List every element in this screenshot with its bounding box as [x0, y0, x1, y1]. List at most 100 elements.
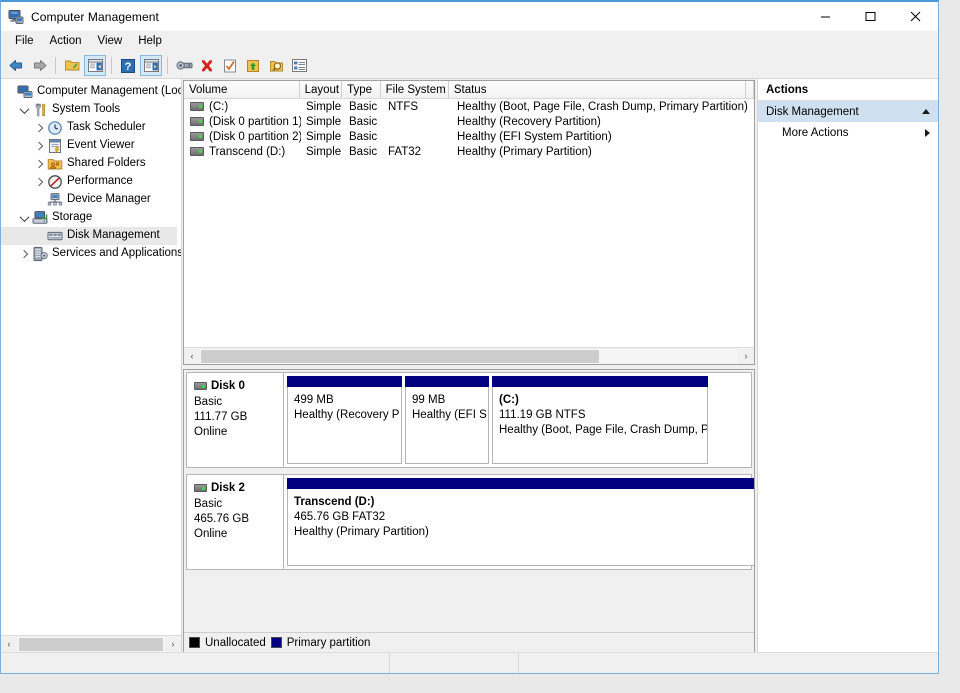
chevron-right-icon[interactable]: [31, 155, 47, 173]
toolbar: ?: [1, 53, 938, 79]
status-pane-1: [1, 653, 390, 673]
minimize-button[interactable]: [803, 2, 848, 31]
partition-block[interactable]: Transcend (D:) 465.76 GB FAT32 Healthy (Pr…: [287, 478, 754, 566]
show-hide-console-tree-button[interactable]: [84, 55, 106, 76]
partition-block[interactable]: 99 MB Healthy (EFI S: [405, 376, 489, 464]
tree-scroll-right-arrow[interactable]: ›: [165, 637, 181, 652]
volume-label: (C:): [209, 100, 229, 113]
actions-empty-area: [758, 143, 938, 652]
volume-scroll-thumb[interactable]: [201, 349, 600, 363]
volume-row[interactable]: (Disk 0 partition 1) Simple Basic Healthy (…: [184, 114, 754, 129]
tree-item-computer-management-local[interactable]: Computer Management (Local: [1, 83, 181, 101]
partition-block[interactable]: 499 MB Healthy (Recovery P: [287, 376, 402, 464]
chevron-right-icon[interactable]: [31, 137, 47, 155]
column-header-volume[interactable]: Volume: [184, 81, 300, 98]
menu-view[interactable]: View: [90, 33, 131, 51]
rescan-disks-button[interactable]: [265, 55, 287, 76]
tree-scroll-track[interactable]: [17, 636, 165, 652]
delete-button[interactable]: [196, 55, 218, 76]
export-list-button[interactable]: [242, 55, 264, 76]
tree-item-event-viewer[interactable]: Event Viewer: [1, 137, 181, 155]
column-header-status[interactable]: Status: [448, 81, 747, 98]
volume-scroll-right-arrow[interactable]: ›: [738, 349, 754, 364]
disk-graphical-view: Disk 0 Basic 111.77 GB Online 499 MB Healthy …: [183, 369, 755, 652]
volume-icon: [190, 132, 204, 141]
properties-button[interactable]: [173, 55, 195, 76]
forward-button[interactable]: [28, 55, 50, 76]
partition-color-bar: [287, 478, 754, 489]
volume-list-horizontal-scrollbar[interactable]: ‹ ›: [184, 347, 754, 364]
tree-item-storage[interactable]: Storage: [1, 209, 181, 227]
legend-label: Unallocated: [205, 636, 266, 649]
performance-icon: [47, 174, 63, 190]
menu-help[interactable]: Help: [130, 33, 170, 51]
storage-icon: [32, 210, 48, 226]
tree-scroll-thumb[interactable]: [19, 637, 163, 651]
volume-cell-type: Basic: [349, 115, 378, 128]
disk-row: Disk 2 Basic 465.76 GB Online Transcend (D:)…: [186, 474, 754, 570]
triangle-right-icon[interactable]: [925, 128, 930, 137]
volume-label: (Disk 0 partition 2): [209, 130, 301, 143]
menu-action[interactable]: Action: [42, 33, 90, 51]
column-header-file-system[interactable]: File System: [380, 81, 449, 98]
volume-cell-type: Basic: [349, 130, 378, 143]
volume-scroll-left-arrow[interactable]: ‹: [184, 349, 200, 364]
chevron-right-icon[interactable]: [31, 119, 47, 137]
close-button[interactable]: [893, 2, 938, 31]
tree-item-task-scheduler[interactable]: Task Scheduler: [1, 119, 181, 137]
volume-cell-filesystem: FAT32: [388, 145, 422, 158]
partition-block[interactable]: (C:) 111.19 GB NTFS Healthy (Boot, Page Fi…: [492, 376, 708, 464]
partition-title: (C:): [499, 394, 519, 406]
column-header-layout[interactable]: Layout: [299, 81, 343, 98]
volume-row[interactable]: (C:) Simple Basic NTFS Healthy (Boot, Page F…: [184, 99, 754, 114]
tools-icon: [32, 102, 48, 118]
actions-item-more-actions[interactable]: More Actions: [758, 122, 938, 143]
chevron-down-icon[interactable]: [16, 209, 32, 227]
maximize-button[interactable]: [848, 2, 893, 31]
disk-management-icon: [47, 228, 63, 244]
device-manager-icon: [47, 192, 63, 208]
tree-item-disk-management[interactable]: Disk Management: [1, 227, 177, 245]
disk-name: Disk 0: [211, 380, 245, 392]
tree-item-device-manager[interactable]: Device Manager: [1, 191, 181, 209]
up-one-level-button[interactable]: [61, 55, 83, 76]
legend-item: Primary partition: [270, 637, 370, 649]
triangle-up-icon[interactable]: [922, 109, 930, 114]
actions-group-disk-management[interactable]: Disk Management: [758, 101, 938, 122]
check-disk-button[interactable]: [219, 55, 241, 76]
twisty-placeholder: [31, 227, 47, 245]
column-header-extra[interactable]: [746, 81, 754, 98]
partition-status: Healthy (Recovery P: [294, 409, 400, 421]
disk-info-panel[interactable]: Disk 0 Basic 111.77 GB Online: [186, 372, 284, 468]
volume-list-header: Volume Layout Type File System Status: [184, 81, 754, 99]
menu-file[interactable]: File: [7, 33, 42, 51]
back-button[interactable]: [5, 55, 27, 76]
partition-size: 99 MB: [412, 394, 446, 406]
help-button[interactable]: ?: [117, 55, 139, 76]
tree-item-shared-folders[interactable]: Shared Folders: [1, 155, 181, 173]
tree-item-services-and-applications[interactable]: Services and Applications: [1, 245, 181, 263]
chevron-right-icon[interactable]: [16, 245, 32, 263]
chevron-down-icon[interactable]: [16, 101, 32, 119]
disk-list: Disk 0 Basic 111.77 GB Online 499 MB Healthy …: [184, 370, 754, 632]
computer-management-icon: [8, 9, 24, 25]
tree-item-label: Event Viewer: [67, 139, 135, 152]
volume-scroll-track[interactable]: [200, 348, 738, 364]
console-tree-pane: Computer Management (Local System Tools …: [1, 79, 182, 652]
tree-scroll-left-arrow[interactable]: ‹: [1, 637, 17, 652]
tree-item-performance[interactable]: Performance: [1, 173, 181, 191]
partition-legend: Unallocated Primary partition: [184, 632, 754, 652]
tree-item-label: Disk Management: [67, 229, 160, 242]
show-list-button[interactable]: [288, 55, 310, 76]
volume-row[interactable]: Transcend (D:) Simple Basic FAT32 Healthy (P…: [184, 144, 754, 159]
partition-status: Healthy (Boot, Page File, Crash Dump, P: [499, 424, 708, 436]
tree-item-system-tools[interactable]: System Tools: [1, 101, 181, 119]
tree-horizontal-scrollbar[interactable]: ‹ ›: [1, 635, 181, 652]
disk-info-panel[interactable]: Disk 2 Basic 465.76 GB Online: [186, 474, 284, 570]
column-header-type[interactable]: Type: [342, 81, 381, 98]
volume-row[interactable]: (Disk 0 partition 2) Simple Basic Healthy (…: [184, 129, 754, 144]
chevron-right-icon[interactable]: [31, 173, 47, 191]
screen: Computer Management File Action View Hel…: [0, 0, 960, 693]
partition-color-bar: [405, 376, 489, 387]
show-hide-action-pane-button[interactable]: [140, 55, 162, 76]
